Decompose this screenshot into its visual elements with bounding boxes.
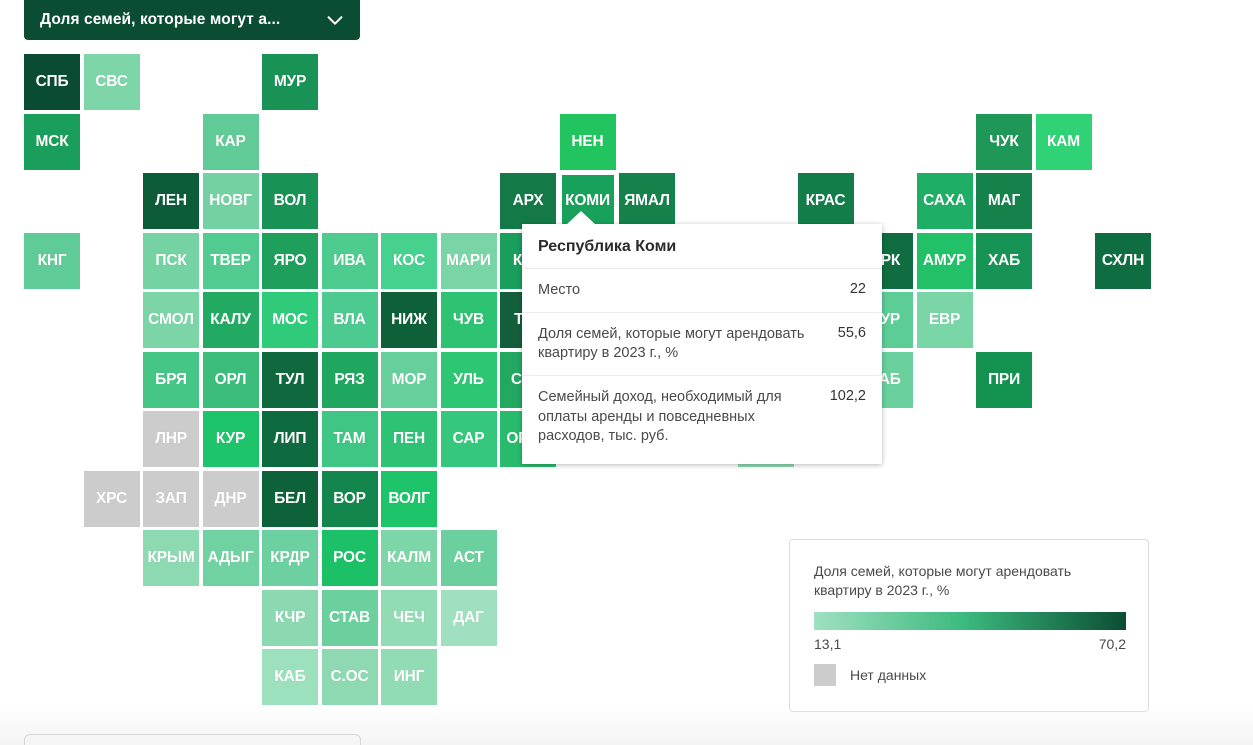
map-tile-смол[interactable]: СМОЛ: [143, 292, 199, 348]
map-tile-инг[interactable]: ИНГ: [381, 649, 437, 705]
map-tile-ямал[interactable]: ЯМАЛ: [619, 173, 675, 229]
legend-nodata-label: Нет данных: [850, 666, 927, 683]
chevron-down-icon: [324, 9, 346, 31]
map-tile-бря[interactable]: БРЯ: [143, 351, 199, 408]
map-tile-кур[interactable]: КУР: [202, 411, 259, 467]
map-legend: Доля семей, которые могут арендовать ква…: [789, 539, 1149, 712]
map-tile-лип[interactable]: ЛИП: [262, 411, 318, 467]
tooltip-rows: Место 22 Доля семей, которые могут арендов…: [522, 269, 882, 458]
map-tile-аст[interactable]: АСТ: [440, 530, 497, 586]
map-tile-кнг[interactable]: КНГ: [24, 232, 80, 289]
map-tile-волг[interactable]: ВОЛГ: [381, 470, 437, 527]
tooltip-row-value: 55,6: [837, 325, 866, 342]
map-tile-хрс[interactable]: ХРС: [83, 470, 140, 527]
map-tile-саха[interactable]: САХА: [916, 173, 973, 229]
tooltip-row-key: Место: [538, 282, 581, 298]
map-tile-уль[interactable]: УЛЬ: [440, 351, 497, 408]
map-tile-рос[interactable]: РОС: [321, 530, 378, 586]
legend-title: Доля семей, которые могут арендовать ква…: [814, 563, 1072, 598]
map-tile-ниж[interactable]: НИЖ: [381, 292, 437, 348]
map-tile-вор[interactable]: ВОР: [321, 470, 378, 527]
map-tile-при[interactable]: ПРИ: [976, 351, 1032, 408]
map-tile-пск[interactable]: ПСК: [143, 232, 199, 289]
tooltip-row-key: Доля семей, которые могут арендовать ква…: [538, 326, 805, 362]
map-tile-вла[interactable]: ВЛА: [321, 292, 378, 348]
metric-selector-label: Доля семей, которые могут а...: [40, 11, 281, 28]
map-tile-пен[interactable]: ПЕН: [381, 411, 437, 467]
tooltip-title: Республика Коми: [522, 224, 882, 269]
legend-max-value: 70,2: [1098, 635, 1126, 652]
map-tile-мор[interactable]: МОР: [381, 351, 437, 408]
region-tooltip: Республика Коми Место 22 Доля семей, котор…: [522, 211, 882, 464]
map-tile-там[interactable]: ТАМ: [321, 411, 378, 467]
map-tile-нен[interactable]: НЕН: [559, 113, 616, 170]
map-tile-мари[interactable]: МАРИ: [440, 232, 497, 289]
map-tile-тул[interactable]: ТУЛ: [262, 351, 318, 408]
map-tile-сар[interactable]: САР: [440, 411, 497, 467]
tooltip-row-value: 22: [849, 281, 866, 297]
map-tile-адыг[interactable]: АДЫГ: [202, 530, 259, 586]
map-tile-крас[interactable]: КРАС: [797, 173, 854, 229]
map-tile-кчр[interactable]: КЧР: [262, 589, 318, 646]
map-tile-каб[interactable]: КАБ: [262, 649, 318, 705]
map-tile-мос[interactable]: МОС: [262, 292, 318, 348]
map-tile-евр[interactable]: ЕВР: [916, 292, 973, 348]
map-tile-став[interactable]: СТАВ: [321, 589, 378, 646]
map-tile-зап[interactable]: ЗАП: [143, 470, 199, 527]
map-tile-кар[interactable]: КАР: [202, 113, 259, 170]
legend-min-value: 13,1: [814, 635, 842, 652]
map-tile-новг[interactable]: НОВГ: [202, 173, 259, 229]
tooltip-row-key: Семейный доход, необходимый для оплаты а…: [538, 389, 782, 444]
map-tile-калм[interactable]: КАЛМ: [381, 530, 437, 586]
legend-scale: 13,1 70,2: [814, 636, 1126, 652]
map-tile-крым[interactable]: КРЫМ: [143, 530, 199, 586]
tooltip-arrow-icon: [566, 211, 596, 225]
tooltip-row: Семейный доход, необходимый для оплаты а…: [522, 376, 882, 457]
tooltip-row: Доля семей, которые могут арендовать ква…: [522, 313, 882, 377]
legend-nodata-row: Нет данных: [814, 663, 1124, 686]
map-tile-спб[interactable]: СПБ: [24, 54, 80, 110]
map-tile-вол[interactable]: ВОЛ: [262, 173, 318, 229]
map-tile-лнр[interactable]: ЛНР: [143, 411, 199, 467]
map-tile-арх[interactable]: АРХ: [500, 173, 556, 229]
map-tile-даг[interactable]: ДАГ: [440, 589, 497, 646]
map-tile-маг[interactable]: МАГ: [976, 173, 1032, 229]
map-tile-чук[interactable]: ЧУК: [976, 113, 1032, 170]
map-tile-твер[interactable]: ТВЕР: [202, 232, 259, 289]
metric-selector-dropdown[interactable]: Доля семей, которые могут а...: [24, 0, 360, 40]
tooltip-row: Место 22: [522, 269, 882, 314]
map-tile-крдр[interactable]: КРДР: [262, 530, 318, 586]
map-tile-ряз[interactable]: РЯЗ: [321, 351, 378, 408]
map-tile-мск[interactable]: МСК: [24, 113, 80, 170]
map-tile-ива[interactable]: ИВА: [321, 232, 378, 289]
map-tile-амур[interactable]: АМУР: [916, 232, 973, 289]
footer-panel[interactable]: [24, 734, 361, 745]
map-tile-мур[interactable]: МУР: [262, 54, 318, 110]
map-tile-яро[interactable]: ЯРО: [262, 232, 318, 289]
legend-gradient-bar: [814, 611, 1126, 630]
legend-nodata-swatch: [814, 663, 836, 686]
map-tile-хаб[interactable]: ХАБ: [976, 232, 1032, 289]
map-tile-бел[interactable]: БЕЛ: [262, 470, 318, 527]
map-tile-калу[interactable]: КАЛУ: [202, 292, 259, 348]
map-tile-с.ос[interactable]: С.ОС: [321, 649, 378, 705]
map-tile-чув[interactable]: ЧУВ: [440, 292, 497, 348]
map-tile-чеч[interactable]: ЧЕЧ: [381, 589, 437, 646]
map-tile-лен[interactable]: ЛЕН: [143, 173, 199, 229]
map-tile-схлн[interactable]: СХЛН: [1095, 232, 1151, 289]
map-tile-кам[interactable]: КАМ: [1035, 113, 1092, 170]
map-tile-свс[interactable]: СВС: [83, 54, 140, 110]
map-tile-орл[interactable]: ОРЛ: [202, 351, 259, 408]
map-tile-днр[interactable]: ДНР: [202, 470, 259, 527]
tooltip-row-value: 102,2: [829, 388, 866, 405]
map-tile-кос[interactable]: КОС: [381, 232, 437, 289]
